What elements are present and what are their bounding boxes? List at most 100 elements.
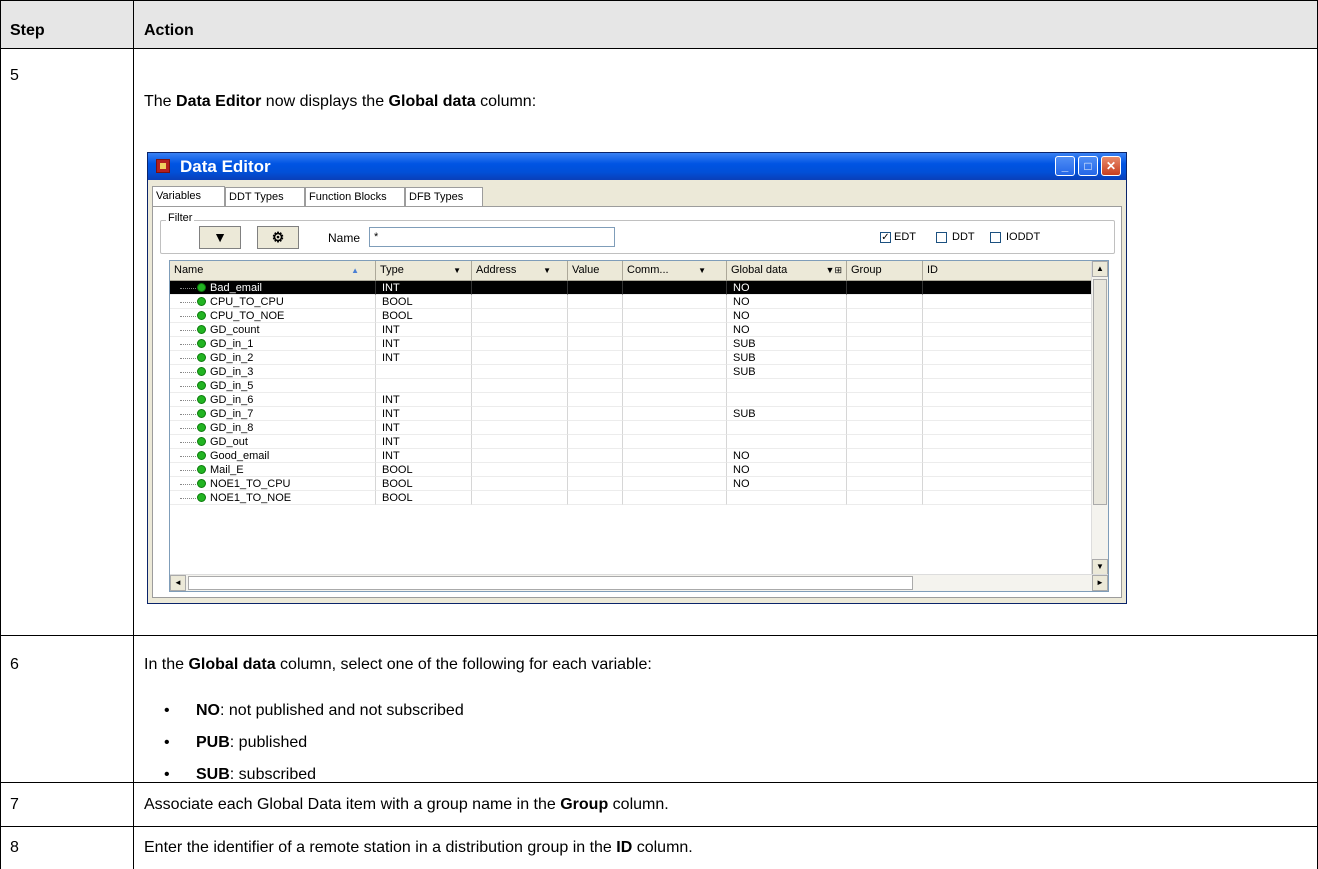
comment-cell[interactable] xyxy=(623,463,727,477)
id-cell[interactable] xyxy=(923,351,1092,365)
comment-cell[interactable] xyxy=(623,477,727,491)
address-cell[interactable] xyxy=(472,365,568,379)
address-cell[interactable] xyxy=(472,449,568,463)
name-cell[interactable]: GD_in_5 xyxy=(170,379,376,393)
id-cell[interactable] xyxy=(923,323,1092,337)
group-cell[interactable] xyxy=(847,365,923,379)
table-row[interactable]: CPU_TO_NOE BOOL NO xyxy=(170,309,1092,323)
ddt-checkbox[interactable] xyxy=(936,232,947,243)
global-data-cell[interactable]: SUB xyxy=(727,407,847,421)
value-cell[interactable] xyxy=(568,421,623,435)
type-cell[interactable]: INT xyxy=(376,281,472,295)
column-header-group[interactable]: Group xyxy=(847,261,923,281)
edt-checkbox[interactable]: ✓ xyxy=(880,232,891,243)
global-data-cell[interactable]: NO xyxy=(727,449,847,463)
hscroll-thumb[interactable] xyxy=(188,576,913,590)
comment-cell[interactable] xyxy=(623,323,727,337)
title-bar[interactable]: Data Editor _ □ ✕ xyxy=(148,153,1126,180)
column-header-name[interactable]: Name ▲ xyxy=(170,261,376,281)
value-cell[interactable] xyxy=(568,477,623,491)
name-cell[interactable]: GD_count xyxy=(170,323,376,337)
comment-cell[interactable] xyxy=(623,295,727,309)
scroll-right-icon[interactable]: ► xyxy=(1092,575,1108,591)
comment-cell[interactable] xyxy=(623,393,727,407)
comment-cell[interactable] xyxy=(623,365,727,379)
group-cell[interactable] xyxy=(847,351,923,365)
group-cell[interactable] xyxy=(847,295,923,309)
group-cell[interactable] xyxy=(847,323,923,337)
id-cell[interactable] xyxy=(923,407,1092,421)
id-cell[interactable] xyxy=(923,421,1092,435)
value-cell[interactable] xyxy=(568,337,623,351)
comment-cell[interactable] xyxy=(623,309,727,323)
id-cell[interactable] xyxy=(923,281,1092,295)
table-row[interactable]: GD_in_3 SUB xyxy=(170,365,1092,379)
group-cell[interactable] xyxy=(847,463,923,477)
global-data-cell[interactable] xyxy=(727,435,847,449)
group-cell[interactable] xyxy=(847,281,923,295)
address-cell[interactable] xyxy=(472,379,568,393)
horizontal-scrollbar[interactable]: ◄ ► xyxy=(170,574,1108,591)
type-cell[interactable]: INT xyxy=(376,407,472,421)
comment-cell[interactable] xyxy=(623,379,727,393)
value-cell[interactable] xyxy=(568,365,623,379)
name-cell[interactable]: Good_email xyxy=(170,449,376,463)
ioddt-checkbox[interactable] xyxy=(990,232,1001,243)
type-cell[interactable]: INT xyxy=(376,449,472,463)
comment-cell[interactable] xyxy=(623,281,727,295)
group-cell[interactable] xyxy=(847,337,923,351)
global-data-cell[interactable] xyxy=(727,491,847,505)
tab-dfb-types[interactable]: DFB Types xyxy=(405,187,483,206)
id-cell[interactable] xyxy=(923,309,1092,323)
group-cell[interactable] xyxy=(847,309,923,323)
address-cell[interactable] xyxy=(472,323,568,337)
value-cell[interactable] xyxy=(568,393,623,407)
type-cell[interactable]: INT xyxy=(376,435,472,449)
vertical-scrollbar[interactable]: ▲ ▼ xyxy=(1091,261,1108,575)
table-row[interactable]: GD_in_5 xyxy=(170,379,1092,393)
value-cell[interactable] xyxy=(568,295,623,309)
table-row[interactable]: NOE1_TO_NOE BOOL xyxy=(170,491,1092,505)
address-cell[interactable] xyxy=(472,295,568,309)
global-data-cell[interactable]: NO xyxy=(727,295,847,309)
value-cell[interactable] xyxy=(568,309,623,323)
value-cell[interactable] xyxy=(568,323,623,337)
id-cell[interactable] xyxy=(923,491,1092,505)
name-cell[interactable]: GD_in_8 xyxy=(170,421,376,435)
name-cell[interactable]: Mail_E xyxy=(170,463,376,477)
group-cell[interactable] xyxy=(847,379,923,393)
comment-cell[interactable] xyxy=(623,407,727,421)
comment-cell[interactable] xyxy=(623,449,727,463)
comment-cell[interactable] xyxy=(623,337,727,351)
maximize-button[interactable]: □ xyxy=(1078,156,1098,176)
name-cell[interactable]: Bad_email xyxy=(170,281,376,295)
address-cell[interactable] xyxy=(472,421,568,435)
name-cell[interactable]: GD_in_2 xyxy=(170,351,376,365)
column-header-comment[interactable]: Comm... ▼ xyxy=(623,261,727,281)
name-filter-input[interactable]: * xyxy=(369,227,615,247)
minimize-button[interactable]: _ xyxy=(1055,156,1075,176)
global-data-cell[interactable]: NO xyxy=(727,281,847,295)
address-cell[interactable] xyxy=(472,435,568,449)
name-cell[interactable]: GD_in_3 xyxy=(170,365,376,379)
type-cell[interactable]: INT xyxy=(376,337,472,351)
scroll-left-icon[interactable]: ◄ xyxy=(170,575,186,591)
address-cell[interactable] xyxy=(472,463,568,477)
value-cell[interactable] xyxy=(568,281,623,295)
id-cell[interactable] xyxy=(923,449,1092,463)
value-cell[interactable] xyxy=(568,379,623,393)
value-cell[interactable] xyxy=(568,435,623,449)
scroll-up-icon[interactable]: ▲ xyxy=(1092,261,1108,277)
id-cell[interactable] xyxy=(923,337,1092,351)
global-data-cell[interactable] xyxy=(727,393,847,407)
global-data-cell[interactable]: NO xyxy=(727,309,847,323)
table-row[interactable]: CPU_TO_CPU BOOL NO xyxy=(170,295,1092,309)
type-cell[interactable]: INT xyxy=(376,393,472,407)
group-cell[interactable] xyxy=(847,435,923,449)
group-cell[interactable] xyxy=(847,491,923,505)
value-cell[interactable] xyxy=(568,351,623,365)
table-row[interactable]: Mail_E BOOL NO xyxy=(170,463,1092,477)
name-cell[interactable]: GD_in_7 xyxy=(170,407,376,421)
name-cell[interactable]: GD_out xyxy=(170,435,376,449)
address-cell[interactable] xyxy=(472,491,568,505)
